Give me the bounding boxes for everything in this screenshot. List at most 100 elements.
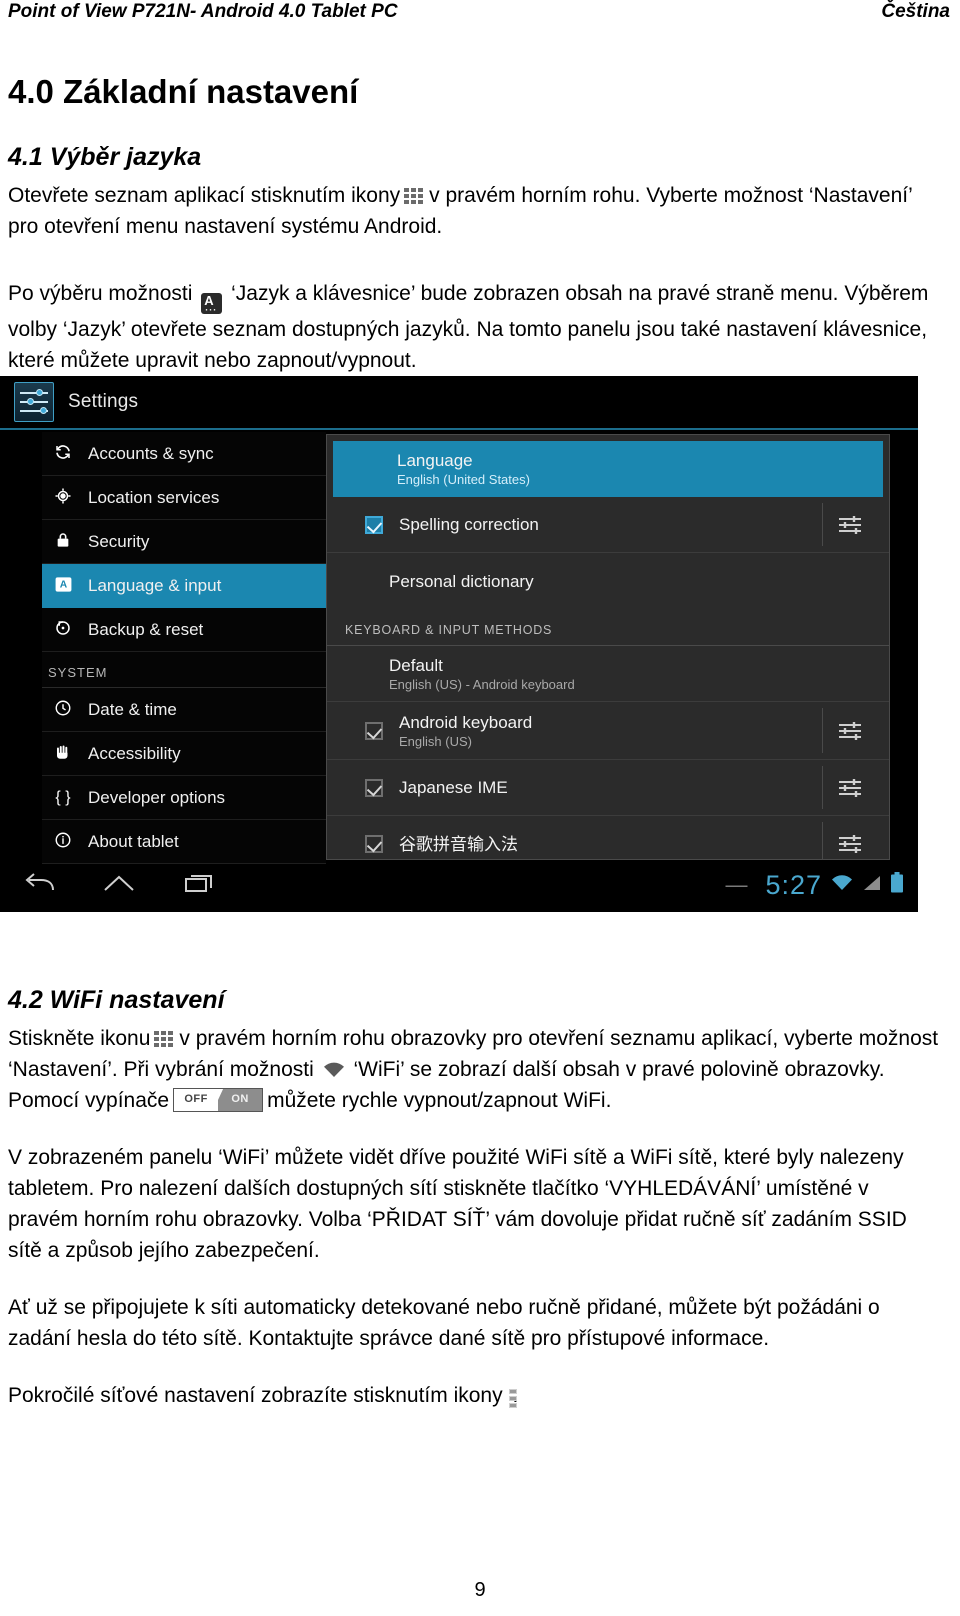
info-icon bbox=[48, 831, 78, 852]
panel-row-pinyin-ime[interactable]: 谷歌拼音输入法 bbox=[327, 816, 889, 859]
android-status-area: — 5:27 bbox=[725, 870, 904, 900]
toggle-on-label: ON bbox=[218, 1089, 263, 1111]
android-navigation-bar: — 5:27 bbox=[0, 866, 918, 912]
paragraph-advanced-part-a: Pokročilé síťové nastavení zobrazíte sti… bbox=[8, 1384, 503, 1407]
running-header: Point of View P721N- Android 4.0 Tablet … bbox=[8, 0, 950, 36]
sidebar-item-location-services[interactable]: Location services bbox=[42, 476, 326, 520]
language-icon: A bbox=[48, 575, 78, 597]
back-button-icon[interactable] bbox=[24, 872, 56, 903]
panel-default-value: English (US) - Android keyboard bbox=[389, 676, 575, 692]
apps-grid-icon bbox=[153, 1030, 177, 1048]
document-content-lower: 4.2 WiFi nastavení Stiskněte ikonu v pra… bbox=[8, 985, 944, 1426]
panel-group-label-keyboard: KEYBOARD & INPUT METHODS bbox=[327, 609, 889, 646]
panel-row-android-keyboard[interactable]: Android keyboard English (US) bbox=[327, 702, 889, 760]
wifi-off-on-toggle[interactable]: OFF ON bbox=[173, 1088, 264, 1112]
sidebar-label: Date & time bbox=[88, 699, 177, 719]
clock-icon bbox=[48, 699, 78, 720]
panel-row-spelling-correction[interactable]: Spelling correction bbox=[327, 497, 889, 553]
toggle-slant-divider bbox=[212, 1089, 225, 1111]
recents-button-icon[interactable] bbox=[182, 872, 212, 903]
sidebar-label: Language & input bbox=[88, 575, 222, 595]
panel-japanese-ime: Japanese IME bbox=[399, 778, 508, 797]
panel-pinyin-ime: 谷歌拼音输入法 bbox=[399, 834, 518, 854]
apps-grid-icon bbox=[403, 187, 427, 205]
android-title-text: Settings bbox=[68, 391, 139, 412]
home-button-icon[interactable] bbox=[102, 872, 136, 903]
sidebar-item-developer-options[interactable]: { } Developer options bbox=[42, 776, 326, 820]
header-language-right: Čeština bbox=[881, 1, 950, 22]
page-title: 4.0 Základní nastavení bbox=[8, 73, 359, 110]
paragraph-wifi-password: Ať už se připojujete k síti automaticky … bbox=[8, 1296, 880, 1350]
panel-personal-dictionary: Personal dictionary bbox=[389, 571, 534, 591]
panel-language-value: English (United States) bbox=[397, 472, 530, 487]
sidebar-label: Backup & reset bbox=[88, 619, 204, 639]
panel-row-japanese-ime[interactable]: Japanese IME bbox=[327, 760, 889, 816]
android-titlebar: Settings bbox=[0, 376, 918, 428]
paragraph-4-1-part-a: Otevřete seznam aplikací stisknutím ikon… bbox=[8, 184, 401, 207]
panel-spelling-title: Spelling correction bbox=[399, 515, 539, 534]
wifi-status-icon bbox=[830, 873, 854, 898]
paragraph-4-1: Otevřete seznam aplikací stisknutím ikon… bbox=[8, 180, 944, 242]
sidebar-item-security[interactable]: Security bbox=[42, 520, 326, 564]
sidebar-item-language-input[interactable]: A Language & input bbox=[42, 564, 326, 608]
row-divider-vertical bbox=[822, 708, 823, 753]
lock-icon bbox=[48, 531, 78, 552]
japanese-ime-checkbox[interactable] bbox=[365, 778, 383, 797]
sidebar-label: Location services bbox=[88, 487, 220, 507]
android-detail-panel: Language English (United States) Spellin… bbox=[326, 434, 890, 860]
settings-sliders-icon[interactable] bbox=[837, 776, 863, 800]
spelling-correction-checkbox[interactable] bbox=[365, 515, 383, 534]
settings-sliders-icon bbox=[14, 382, 54, 422]
sidebar-item-accessibility[interactable]: Accessibility bbox=[42, 732, 326, 776]
row-divider-vertical bbox=[822, 766, 823, 809]
heading-4-1: 4.1 Výběr jazyka bbox=[8, 143, 202, 171]
row-divider-vertical bbox=[822, 822, 823, 859]
sidebar-label: Accounts & sync bbox=[88, 443, 214, 463]
sidebar-label: Accessibility bbox=[88, 743, 181, 763]
wifi-icon bbox=[323, 1062, 345, 1079]
paragraph-wifi-panel: V zobrazeném panelu ‘WiFi’ můžete vidět … bbox=[8, 1146, 907, 1262]
paragraph-4-1-second: Po výběru možnosti A ··· ‘Jazyk a klávesn… bbox=[8, 278, 944, 376]
sidebar-label: Developer options bbox=[88, 787, 226, 807]
sidebar-section-label-system: SYSTEM bbox=[42, 652, 326, 688]
settings-sliders-icon[interactable] bbox=[837, 832, 863, 856]
backup-reset-icon bbox=[48, 619, 78, 640]
sidebar-item-backup-reset[interactable]: Backup & reset bbox=[42, 608, 326, 652]
android-sidebar: Accounts & sync Location services Securi… bbox=[42, 432, 326, 864]
settings-sliders-icon[interactable] bbox=[837, 719, 863, 743]
row-divider-vertical bbox=[822, 503, 823, 546]
panel-row-personal-dictionary[interactable]: Personal dictionary bbox=[327, 553, 889, 609]
nav-buttons bbox=[24, 872, 212, 903]
paragraph-4-1b-part-a: Po výběru možnosti bbox=[8, 282, 193, 305]
paragraph-4-2-first: Stiskněte ikonu v pravém horním rohu obr… bbox=[8, 1023, 944, 1116]
sidebar-item-date-time[interactable]: Date & time bbox=[42, 688, 326, 732]
titlebar-divider bbox=[0, 428, 918, 430]
sidebar-item-accounts-sync[interactable]: Accounts & sync bbox=[42, 432, 326, 476]
page-footer: 9 bbox=[0, 1579, 960, 1602]
settings-sliders-icon[interactable] bbox=[837, 513, 863, 537]
panel-android-kb-title: Android keyboard bbox=[399, 712, 533, 732]
panel-row-language[interactable]: Language English (United States) bbox=[333, 441, 883, 497]
location-icon bbox=[48, 487, 78, 508]
sidebar-label: Security bbox=[88, 531, 150, 551]
paragraph-4-2-part-a: Stiskněte ikonu bbox=[8, 1027, 151, 1050]
document-content: 4.0 Základní nastavení 4.1 Výběr jazyka … bbox=[8, 72, 944, 386]
svg-text:A: A bbox=[59, 579, 67, 590]
header-title-left: Point of View P721N- Android 4.0 Tablet … bbox=[8, 1, 398, 22]
paragraph-4-2-part-d: můžete rychle vypnout/zapnout WiFi. bbox=[267, 1089, 612, 1112]
page-number: 9 bbox=[474, 1579, 486, 1601]
sidebar-item-about-tablet[interactable]: About tablet bbox=[42, 820, 326, 864]
panel-language-title: Language bbox=[397, 451, 473, 470]
overflow-menu-icon bbox=[507, 1389, 517, 1412]
android-keyboard-checkbox[interactable] bbox=[365, 721, 383, 740]
battery-status-icon bbox=[890, 871, 904, 899]
status-clock: 5:27 bbox=[765, 870, 822, 900]
braces-icon: { } bbox=[55, 788, 71, 806]
pinyin-ime-checkbox[interactable] bbox=[365, 835, 383, 853]
panel-android-kb-value: English (US) bbox=[399, 733, 472, 749]
panel-default-title: Default bbox=[389, 655, 443, 675]
language-keyboard-icon: A ··· bbox=[201, 293, 223, 315]
panel-row-default[interactable]: Default English (US) - Android keyboard bbox=[327, 646, 889, 702]
heading-4-2: 4.2 WiFi nastavení bbox=[8, 986, 225, 1014]
sidebar-label: About tablet bbox=[88, 831, 179, 851]
